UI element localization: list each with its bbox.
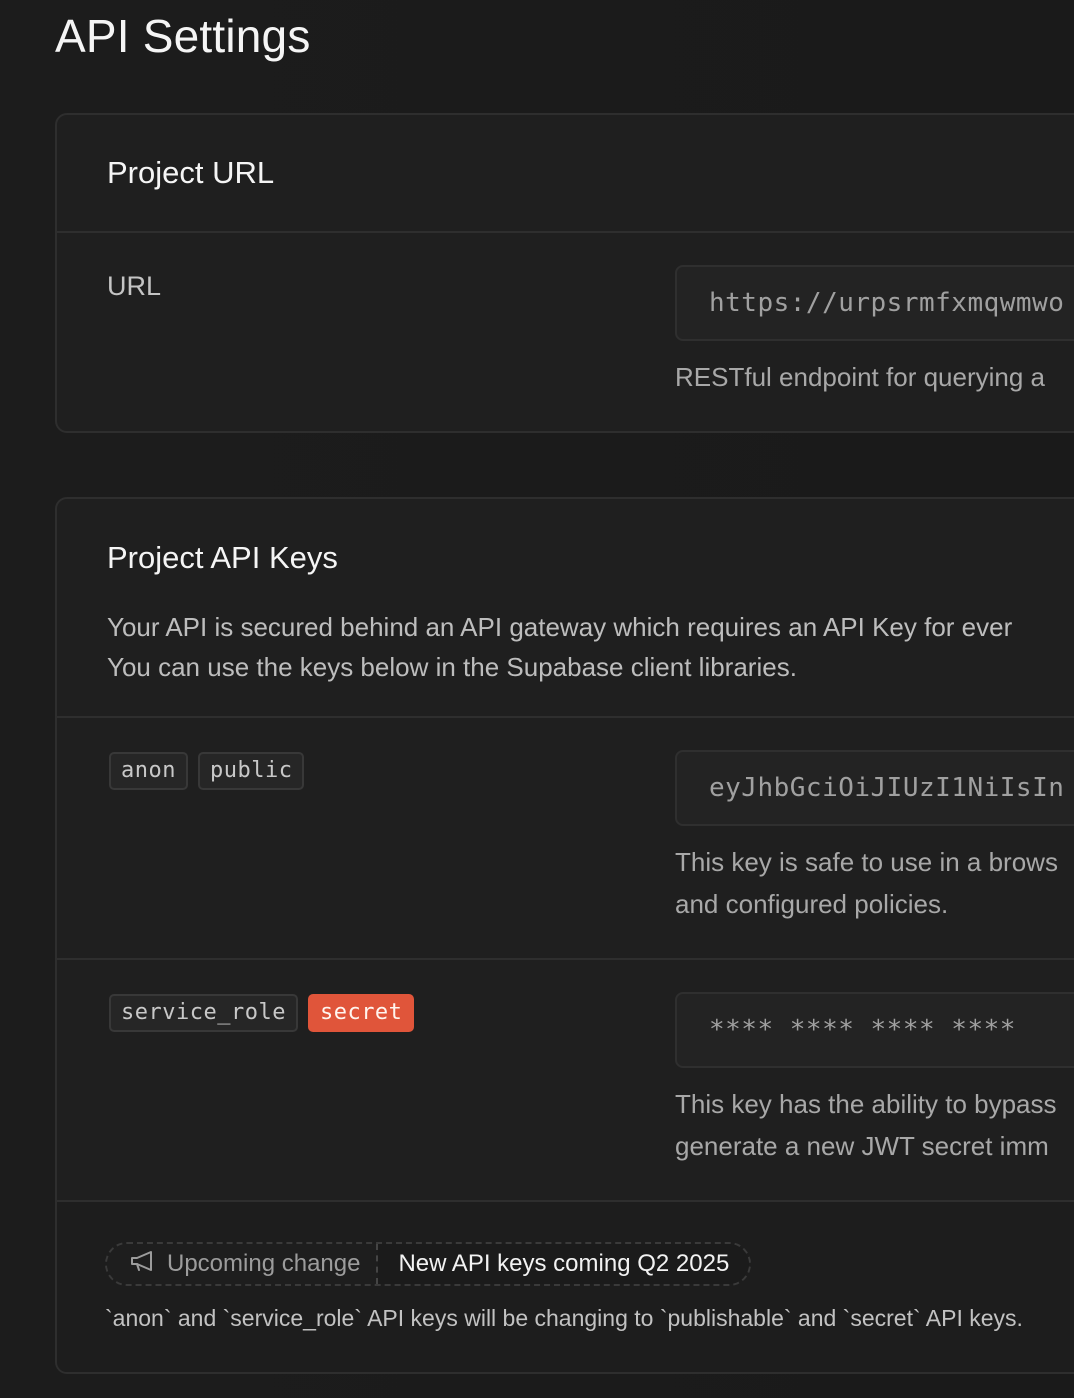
- api-keys-description: Your API is secured behind an API gatewa…: [107, 607, 1043, 687]
- project-url-card: Project URL URL RESTful endpoint for que…: [55, 113, 1074, 433]
- api-keys-desc-line2: You can use the keys below in the Supaba…: [107, 652, 797, 682]
- project-url-title: Project URL: [107, 155, 275, 190]
- upcoming-change-notice: Upcoming change New API keys coming Q2 2…: [57, 1202, 1074, 1372]
- upcoming-change-pill[interactable]: Upcoming change New API keys coming Q2 2…: [105, 1242, 752, 1286]
- project-url-header: Project URL: [57, 115, 1074, 233]
- service-role-key-help: This key has the ability to bypass gener…: [675, 1083, 1057, 1167]
- upcoming-change-label: Upcoming change: [167, 1250, 361, 1277]
- upcoming-change-text: `anon` and `service_role` API keys will …: [105, 1305, 1023, 1331]
- service-role-key-input[interactable]: [709, 1015, 1074, 1045]
- anon-key-help-line2: and configured policies.: [675, 889, 949, 919]
- service-role-key-field[interactable]: [675, 992, 1074, 1068]
- anon-tag: anon: [109, 752, 188, 790]
- anon-key-help: This key is safe to use in a brows and c…: [675, 841, 1058, 925]
- url-row: URL RESTful endpoint for querying a: [57, 233, 1074, 431]
- service-role-key-row: service_role secret This key has the abi…: [57, 960, 1074, 1202]
- anon-key-field[interactable]: [675, 750, 1074, 826]
- public-tag: public: [197, 752, 305, 790]
- service-role-tags: service_role secret: [109, 994, 415, 1032]
- megaphone-icon: [129, 1249, 157, 1280]
- url-input[interactable]: [709, 288, 1074, 318]
- url-field[interactable]: [675, 265, 1074, 341]
- anon-key-input[interactable]: [709, 773, 1074, 803]
- page-title: API Settings: [55, 10, 311, 62]
- anon-key-help-line1: This key is safe to use in a brows: [675, 847, 1058, 877]
- project-api-keys-card: Project API Keys Your API is secured beh…: [55, 497, 1074, 1374]
- api-keys-title: Project API Keys: [107, 540, 338, 575]
- service-role-help-line1: This key has the ability to bypass: [675, 1089, 1057, 1119]
- api-keys-header: Project API Keys Your API is secured beh…: [57, 499, 1074, 718]
- anon-key-row: anon public This key is safe to use in a…: [57, 718, 1074, 960]
- upcoming-change-headline: New API keys coming Q2 2025: [378, 1244, 750, 1284]
- service-role-tag: service_role: [109, 994, 298, 1032]
- upcoming-change-badge: Upcoming change: [107, 1244, 379, 1284]
- secret-tag: secret: [307, 994, 415, 1032]
- url-label: URL: [107, 271, 162, 301]
- url-help-text: RESTful endpoint for querying a: [675, 362, 1045, 392]
- api-keys-desc-line1: Your API is secured behind an API gatewa…: [107, 612, 1013, 642]
- service-role-help-line2: generate a new JWT secret imm: [675, 1131, 1049, 1161]
- anon-key-tags: anon public: [109, 752, 305, 790]
